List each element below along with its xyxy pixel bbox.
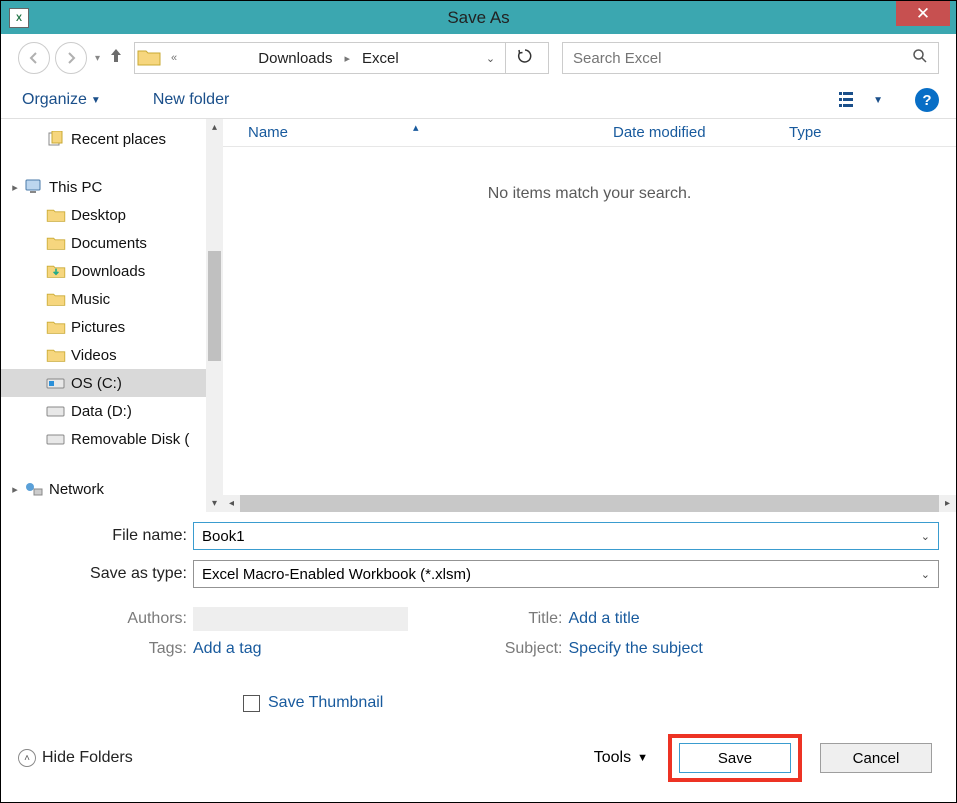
chevron-right-icon[interactable]: ▸ [340, 52, 354, 65]
hscroll-thumb[interactable] [240, 495, 939, 512]
navigation-bar: ▾ « Downloads ▸ Excel ⌄ [1, 34, 956, 82]
help-button[interactable]: ? [915, 88, 939, 112]
tree-documents[interactable]: Documents [1, 229, 223, 257]
title-field[interactable]: Add a title [569, 610, 640, 628]
history-dropdown[interactable]: ▾ [95, 53, 100, 64]
collapse-icon: ˄ [18, 749, 36, 767]
chevron-down-icon[interactable]: ⌄ [921, 530, 930, 543]
subject-label: Subject: [479, 640, 569, 658]
breadcrumb-excel[interactable]: Excel [354, 46, 407, 71]
tree-pictures[interactable]: Pictures [1, 313, 223, 341]
sidebar-scrollbar[interactable]: ▴ ▾ [206, 119, 223, 512]
empty-state-text: No items match your search. [223, 185, 956, 203]
view-list-icon [839, 90, 865, 110]
tree-videos[interactable]: Videos [1, 341, 223, 369]
file-list-pane: Name▴ Date modified Type No items match … [223, 119, 956, 512]
search-box[interactable] [562, 42, 939, 74]
drive-icon [45, 430, 67, 448]
network-icon [23, 480, 45, 498]
tree-music[interactable]: Music [1, 285, 223, 313]
tree-recent-places[interactable]: Recent places [1, 125, 223, 153]
new-folder-button[interactable]: New folder [149, 87, 233, 113]
dialog-footer: ˄ Hide Folders Tools▼ Save Cancel [1, 712, 956, 794]
highlight-annotation: Save [668, 734, 802, 782]
folder-icon [45, 206, 67, 224]
folder-icon [45, 262, 67, 280]
drive-icon [45, 374, 67, 392]
column-type[interactable]: Type [789, 124, 956, 141]
folder-icon [137, 47, 163, 69]
computer-icon [23, 178, 45, 196]
subject-field[interactable]: Specify the subject [569, 640, 703, 658]
address-dropdown[interactable]: ⌄ [476, 52, 505, 65]
drive-icon [45, 402, 67, 420]
tags-field[interactable]: Add a tag [193, 640, 262, 658]
filename-label: File name: [18, 527, 193, 545]
scroll-thumb[interactable] [208, 251, 221, 361]
hide-folders-button[interactable]: ˄ Hide Folders [18, 749, 133, 767]
scroll-up-button[interactable]: ▴ [206, 119, 223, 136]
expand-caret-icon[interactable]: ▸ [7, 483, 23, 496]
tree-network[interactable]: ▸ Network [1, 475, 223, 503]
save-button[interactable]: Save [679, 743, 791, 773]
forward-button[interactable] [55, 42, 87, 74]
column-headers: Name▴ Date modified Type [223, 119, 956, 147]
folder-icon [45, 318, 67, 336]
title-label: Title: [479, 610, 569, 628]
up-button[interactable] [108, 46, 124, 70]
recent-places-icon [45, 130, 67, 148]
tools-dropdown[interactable]: Tools▼ [594, 749, 648, 767]
authors-label: Authors: [18, 610, 193, 628]
column-date-modified[interactable]: Date modified [613, 124, 789, 141]
sort-indicator-icon: ▴ [413, 121, 419, 134]
nav-tree: Recent places ▸ This PC Desktop Document… [1, 119, 223, 512]
chevron-down-icon: ▼ [637, 752, 648, 764]
folder-icon [45, 234, 67, 252]
tree-downloads[interactable]: Downloads [1, 257, 223, 285]
arrow-up-icon [108, 46, 124, 64]
horizontal-scrollbar[interactable]: ◂ ▸ [223, 495, 956, 512]
expand-caret-icon[interactable]: ▸ [7, 181, 23, 194]
scroll-left-button[interactable]: ◂ [223, 495, 240, 512]
organize-button[interactable]: Organize▼ [18, 87, 105, 113]
savetype-dropdown[interactable]: Excel Macro-Enabled Workbook (*.xlsm)⌄ [193, 560, 939, 588]
tree-this-pc[interactable]: ▸ This PC [1, 173, 223, 201]
toolbar: Organize▼ New folder ▼ ? [1, 82, 956, 118]
scroll-right-button[interactable]: ▸ [939, 495, 956, 512]
breadcrumb-downloads[interactable]: Downloads [250, 46, 340, 71]
window-title: Save As [1, 8, 956, 28]
column-name[interactable]: Name▴ [223, 124, 613, 141]
tree-data-d[interactable]: Data (D:) [1, 397, 223, 425]
arrow-right-icon [64, 51, 78, 65]
refresh-icon [517, 48, 533, 64]
cancel-button[interactable]: Cancel [820, 743, 932, 773]
save-form: File name: Book1⌄ Save as type: Excel Ma… [1, 512, 956, 712]
breadcrumb-root-chev[interactable]: « [167, 52, 181, 64]
refresh-button[interactable] [506, 48, 544, 68]
chevron-down-icon[interactable]: ⌄ [921, 568, 930, 581]
savetype-label: Save as type: [18, 565, 193, 583]
save-thumbnail-label[interactable]: Save Thumbnail [268, 694, 383, 712]
folder-icon [45, 346, 67, 364]
authors-field[interactable] [193, 607, 408, 631]
search-icon[interactable] [912, 48, 928, 68]
address-bar[interactable]: « Downloads ▸ Excel ⌄ [134, 42, 549, 74]
close-button[interactable]: ✕ [896, 1, 950, 26]
folder-icon [45, 290, 67, 308]
save-thumbnail-checkbox[interactable] [243, 695, 260, 712]
back-button[interactable] [18, 42, 50, 74]
title-bar: X Save As ✕ [1, 1, 956, 34]
tree-removable-disk[interactable]: Removable Disk ( [1, 425, 223, 453]
tree-os-c[interactable]: OS (C:) [1, 369, 223, 397]
chevron-down-icon: ▼ [873, 95, 883, 106]
chevron-down-icon: ▼ [91, 95, 101, 106]
scroll-down-button[interactable]: ▾ [206, 495, 223, 512]
search-input[interactable] [573, 50, 912, 67]
filename-input[interactable]: Book1⌄ [193, 522, 939, 550]
arrow-left-icon [27, 51, 41, 65]
view-options-button[interactable]: ▼ [839, 90, 883, 110]
tree-desktop[interactable]: Desktop [1, 201, 223, 229]
tags-label: Tags: [18, 640, 193, 658]
